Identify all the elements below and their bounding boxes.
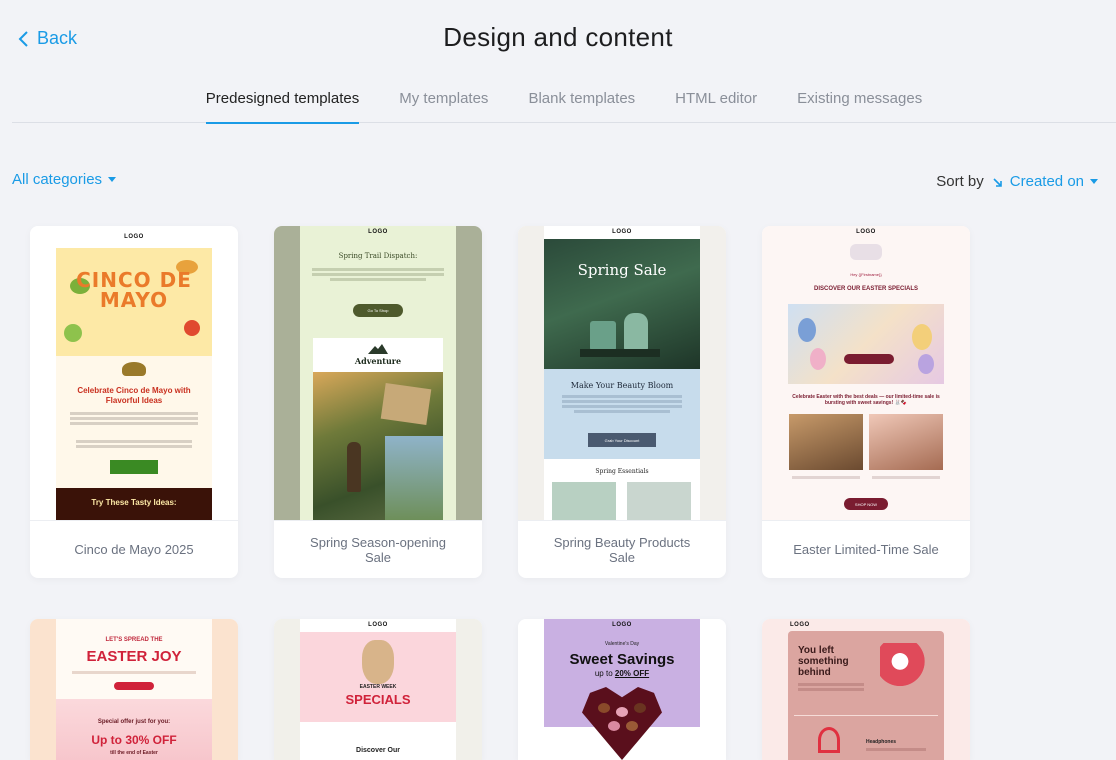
template-thumbnail: LOGO EASTER WEEK SPECIALS Discover Our: [274, 619, 482, 760]
sombrero-icon: [122, 362, 146, 376]
categories-dropdown[interactable]: All categories: [12, 171, 117, 188]
logo-placeholder: LOGO: [612, 229, 632, 235]
template-small: Valentine's Day: [604, 641, 640, 647]
chocolate-box-image: [582, 687, 662, 760]
template-headline: Sweet Savings: [569, 651, 675, 668]
logo-placeholder: LOGO: [368, 229, 388, 235]
mountain-icon: [368, 344, 388, 354]
hero-image: EASTER WEEK SPECIALS: [300, 632, 456, 722]
tab-my-templates[interactable]: My templates: [399, 80, 488, 123]
template-product: Headphones: [866, 739, 897, 745]
template-headline: DISCOVER OUR EASTER SPECIALS: [813, 286, 918, 292]
template-subheadline: Celebrate Easter with the best deals — o…: [792, 394, 940, 406]
template-card-cinco-de-mayo[interactable]: LOGO CINCO DE MAYO Celebrate Cinco de Ma…: [30, 226, 238, 578]
logo-placeholder: LOGO: [856, 229, 876, 235]
sort-label: Sort by: [936, 173, 984, 190]
logo-placeholder: LOGO: [790, 622, 810, 628]
template-discount: Up to 30% OFF: [91, 733, 177, 747]
template-headline-small: LET'S SPREAD THE: [105, 637, 163, 643]
template-card-easter-joy[interactable]: LET'S SPREAD THE EASTER JOY Special offe…: [30, 619, 238, 760]
template-thumbnail: LET'S SPREAD THE EASTER JOY Special offe…: [30, 619, 238, 760]
template-name: Spring Season-opening Sale: [274, 520, 482, 578]
caret-down-icon: [1090, 179, 1098, 184]
hero-image: CINCO DE MAYO: [56, 248, 212, 356]
tab-predesigned-templates[interactable]: Predesigned templates: [205, 80, 360, 124]
template-card-spring-season-opening[interactable]: LOGO Spring Trail Dispatch: Go To Shop A…: [274, 226, 482, 578]
categories-label: All categories: [12, 171, 103, 188]
template-name: Spring Beauty Products Sale: [518, 520, 726, 578]
template-headline: Spring Sale: [577, 261, 667, 279]
template-until: till the end of Easter: [110, 750, 158, 756]
template-headline: SPECIALS: [345, 692, 411, 707]
hero-image: Spring Sale: [544, 239, 700, 369]
template-thumbnail: LOGO Hey {{Firstname}} DISCOVER OUR EAST…: [762, 226, 970, 520]
hearts-image: [880, 643, 930, 689]
template-thumbnail: LOGO You left something behind Headphone…: [762, 619, 970, 760]
bunny-illustration: [362, 640, 394, 684]
headphones-image: [818, 727, 840, 753]
template-card-easter-week[interactable]: LOGO EASTER WEEK SPECIALS Discover Our: [274, 619, 482, 760]
template-week: EASTER WEEK: [359, 684, 397, 690]
template-headline: EASTER JOY: [86, 648, 182, 665]
tab-bar: Predesigned templates My templates Blank…: [12, 80, 1116, 124]
template-name: Cinco de Mayo 2025: [30, 520, 238, 578]
template-discount-line: up to 20% OFF: [544, 669, 700, 678]
logo-placeholder: LOGO: [612, 622, 632, 628]
template-up-to: up to: [594, 669, 613, 678]
template-name: Easter Limited-Time Sale: [762, 520, 970, 578]
template-thumbnail: LOGO CINCO DE MAYO Celebrate Cinco de Ma…: [30, 226, 238, 520]
template-card-sweet-savings[interactable]: LOGO Valentine's Day Sweet Savings up to…: [518, 619, 726, 760]
logo-placeholder: LOGO: [368, 622, 388, 628]
hero-image: [313, 372, 443, 520]
template-cta: SHOP NOW: [844, 498, 888, 510]
template-brand: Adventure: [354, 356, 402, 366]
page-title: Design and content: [443, 22, 673, 52]
caret-down-icon: [108, 177, 117, 182]
sort-descending-icon: [993, 177, 1002, 187]
template-thumbnail: LOGO Spring Trail Dispatch: Go To Shop A…: [274, 226, 482, 520]
logo-placeholder: LOGO: [124, 234, 144, 240]
template-greeting: Hey {{Firstname}}: [850, 272, 882, 277]
template-subheadline: Make Your Beauty Bloom: [570, 381, 674, 390]
sort-value: Created on: [1009, 173, 1084, 190]
template-headline: Spring Trail Dispatch:: [338, 252, 418, 260]
sort-control: Sort by Created on: [936, 173, 1098, 190]
template-card-easter-limited[interactable]: LOGO Hey {{Firstname}} DISCOVER OUR EAST…: [762, 226, 970, 578]
template-discount: 20% OFF: [614, 669, 650, 678]
template-section: Spring Essentials: [595, 468, 649, 475]
template-thumbnail: LOGO Spring Sale Make Your Beauty Bloom …: [518, 226, 726, 520]
tab-existing-messages[interactable]: Existing messages: [797, 80, 922, 123]
template-section: Try These Tasty Ideas:: [91, 498, 177, 507]
tab-blank-templates[interactable]: Blank templates: [528, 80, 635, 123]
template-cta: Grab Your Discount: [588, 433, 656, 447]
template-thumbnail: LOGO Valentine's Day Sweet Savings up to…: [518, 619, 726, 760]
bunny-logo: [850, 244, 882, 260]
template-cta: [110, 460, 158, 474]
template-card-spring-beauty[interactable]: LOGO Spring Sale Make Your Beauty Bloom …: [518, 226, 726, 578]
template-subheadline: Discover Our: [356, 747, 400, 754]
hero-image: [788, 304, 944, 384]
sort-dropdown[interactable]: Created on: [992, 173, 1098, 190]
template-card-abandoned-cart[interactable]: LOGO You left something behind Headphone…: [762, 619, 970, 760]
template-cta: Go To Shop: [353, 304, 403, 317]
template-headline: You left something behind: [798, 645, 849, 678]
template-headline: Celebrate Cinco de Mayo with Flavorful I…: [77, 386, 191, 405]
hero-title-art: CINCO DE MAYO: [76, 268, 192, 312]
template-offer: Special offer just for you:: [97, 719, 171, 725]
tab-html-editor[interactable]: HTML editor: [675, 80, 757, 123]
